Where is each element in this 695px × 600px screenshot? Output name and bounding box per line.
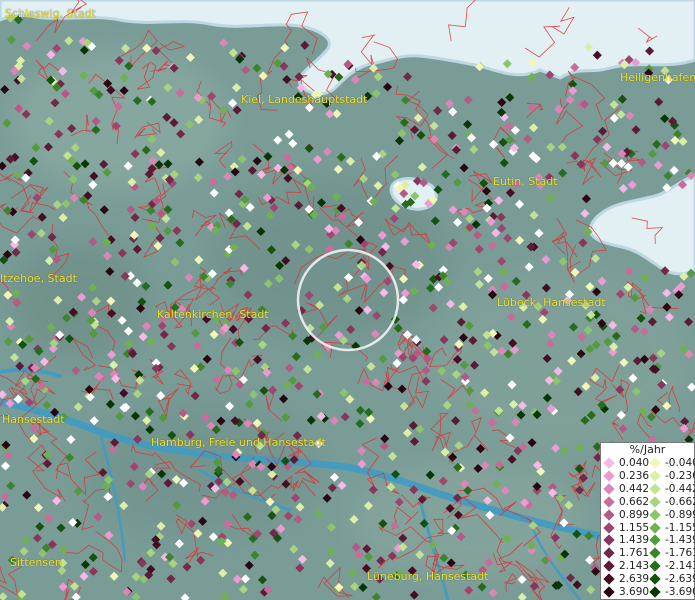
legend-swatch [649, 534, 661, 547]
legend-swatch [603, 457, 615, 469]
legend-swatch [649, 586, 661, 598]
legend-swatch [603, 560, 615, 572]
place-label-kiel: Kiel, Landeshauptstadt [241, 93, 368, 106]
legend-label: 0.236 [619, 469, 650, 482]
legend-swatch [603, 508, 615, 521]
legend-label: 0.040 [619, 457, 650, 469]
place-label-schleswig: Schleswig, Stadt [5, 7, 96, 20]
legend-label: 1.155 [619, 521, 650, 534]
legend-title: %/Jahr [629, 443, 666, 456]
legend-swatch [649, 560, 661, 572]
map-legend: %/Jahr 0.040 -0.040 0.236 -0.236 0.442 -0.442… [600, 442, 695, 600]
legend-label: -3.690 [665, 586, 695, 598]
legend-swatch [649, 483, 661, 495]
place-label-kaltenkirchen: Kaltenkirchen, Stadt [157, 308, 269, 321]
map-view[interactable]: Schleswig, Stadt Heiligenhafen, Stadt Ki… [0, 0, 695, 600]
legend-label: -0.662 [665, 495, 695, 508]
legend-label: 0.442 [619, 482, 650, 495]
place-label-sittensen: Sittensen [10, 556, 62, 569]
legend-swatch [649, 496, 661, 508]
legend-swatch [603, 586, 615, 598]
legend-swatch [649, 521, 661, 534]
legend-label: -0.236 [665, 469, 695, 482]
legend-swatch [649, 457, 661, 469]
place-label-lueneburg: Lüneburg, Hansestadt [367, 570, 489, 583]
place-label-luebeck: Lübeck, Hansestadt [497, 296, 606, 309]
place-label-hamburg: Hamburg, Freie und Hansestadt [151, 436, 326, 449]
legend-label: 2.639 [619, 573, 650, 586]
legend-swatch [649, 470, 661, 482]
legend-label: -1.761 [665, 547, 695, 560]
legend-label: 2.143 [619, 560, 650, 573]
legend-swatch [603, 483, 615, 495]
legend-label: 1.761 [619, 547, 650, 560]
legend-label: 0.899 [619, 508, 650, 521]
legend-label: -0.442 [665, 482, 695, 495]
legend-label: -2.143 [665, 560, 695, 573]
place-label-heiligenhafen: Heiligenhafen, Stadt [620, 71, 695, 84]
legend-label: 1.439 [619, 534, 650, 547]
legend-label: 3.690 [619, 586, 650, 598]
place-label-eutin: Eutin, Stadt [493, 175, 558, 188]
legend-label: -1.439 [665, 534, 695, 547]
legend-swatch [603, 470, 615, 482]
place-label-hansestadt: Hansestadt [2, 413, 65, 426]
legend-label: -0.899 [665, 508, 695, 521]
legend-swatch [649, 547, 661, 559]
place-label-itzehoe: Itzehoe, Stadt [0, 272, 77, 285]
legend-swatch [603, 534, 615, 547]
legend-label: -2.639 [665, 573, 695, 586]
legend-label: 0.662 [619, 495, 650, 508]
legend-swatch [649, 573, 661, 585]
legend-swatch [603, 547, 615, 559]
legend-swatch [603, 496, 615, 508]
legend-label: -0.040 [665, 457, 695, 469]
legend-swatch [649, 508, 661, 521]
legend-swatch [603, 521, 615, 534]
legend-swatch [603, 573, 615, 585]
legend-label: -1.155 [665, 521, 695, 534]
